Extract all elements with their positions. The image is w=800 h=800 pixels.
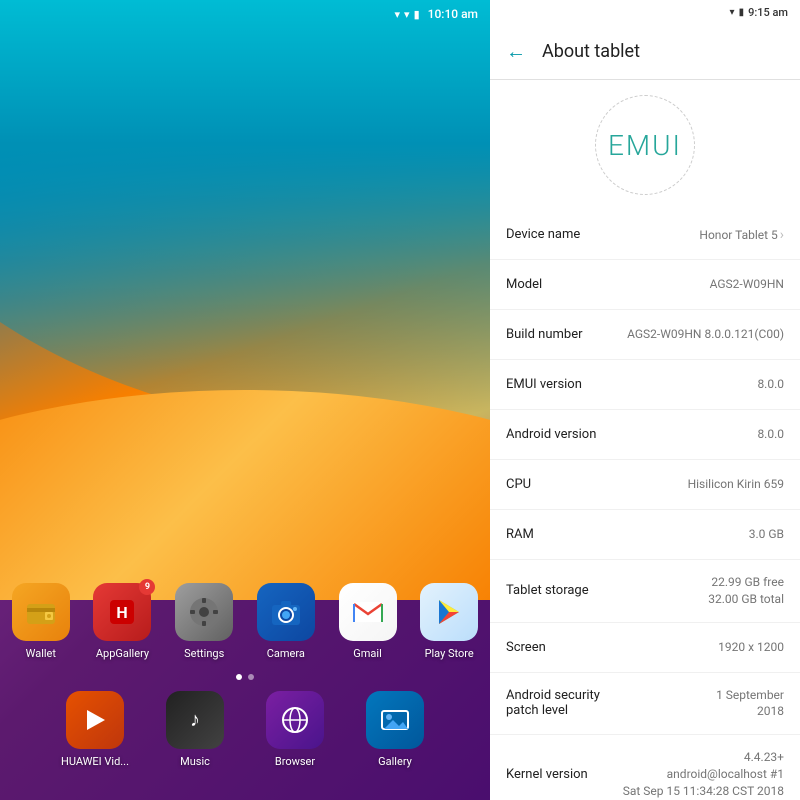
app-icon-gmail [339, 583, 397, 641]
svg-text:H: H [117, 603, 128, 622]
app-wallet[interactable]: Wallet [10, 583, 72, 660]
app-grid: Wallet H 9 AppGallery Settings Camera Gma… [0, 583, 490, 660]
info-row-6: RAM3.0 GB [490, 510, 800, 560]
signal-icon: ▾ [404, 8, 410, 21]
app-label-appgallery: AppGallery [96, 647, 149, 660]
dock-label-gallery: Gallery [378, 755, 412, 768]
info-row-3: EMUI version8.0.0 [490, 360, 800, 410]
info-value-text-0: Honor Tablet 5 [699, 228, 777, 242]
info-value-6: 3.0 GB [534, 526, 784, 543]
info-value-1: AGS2-W09HN [542, 276, 784, 293]
dock-label-music: Music [180, 755, 210, 768]
info-label-2: Build number [506, 327, 583, 342]
info-label-7: Tablet storage [506, 583, 589, 598]
app-gmail[interactable]: Gmail [337, 583, 399, 660]
about-title: About tablet [542, 41, 640, 62]
info-label-5: CPU [506, 477, 531, 492]
info-label-0: Device name [506, 227, 580, 242]
info-row-9: Android security patch level1 September … [490, 673, 800, 736]
app-settings[interactable]: Settings [173, 583, 235, 660]
status-bar-left: ▾ ▾ ▮ 10:10 am [0, 0, 490, 28]
dock-app-music[interactable]: ♪ Music [159, 691, 231, 768]
dock-app-huawei-vid[interactable]: HUAWEI Vid... [59, 691, 131, 768]
emui-logo: EMUI [608, 129, 682, 162]
status-icons: ▾ ▾ ▮ [395, 8, 420, 21]
info-value-3: 8.0.0 [582, 376, 784, 393]
chevron-icon-0: › [780, 227, 784, 243]
app-appgallery[interactable]: H 9 AppGallery [92, 583, 154, 660]
app-label-settings: Settings [184, 647, 224, 660]
dock-icon-gallery [366, 691, 424, 749]
info-value-4: 8.0.0 [596, 426, 784, 443]
status-bar-right: ▾ ▮ 9:15 am [490, 0, 800, 24]
dock-icon-huawei-vid [66, 691, 124, 749]
info-value-8: 1920 x 1200 [546, 639, 784, 656]
info-label-9: Android security patch level [506, 688, 626, 718]
app-playstore[interactable]: Play Store [418, 583, 480, 660]
info-label-6: RAM [506, 527, 534, 542]
battery-icon: ▮ [414, 8, 420, 21]
info-label-4: Android version [506, 427, 596, 442]
info-label-10: Kernel version [506, 767, 588, 782]
svg-text:♪: ♪ [190, 707, 200, 731]
dock-label-browser: Browser [275, 755, 315, 768]
status-time-right: 9:15 am [748, 6, 788, 19]
app-icon-camera [257, 583, 315, 641]
back-button[interactable]: ← [506, 39, 526, 64]
info-row-4: Android version8.0.0 [490, 410, 800, 460]
info-row-0[interactable]: Device nameHonor Tablet 5› [490, 210, 800, 260]
info-row-5: CPUHisilicon Kirin 659 [490, 460, 800, 510]
home-screen: ▾ ▾ ▮ 10:10 am Wallet H 9 AppGallery Sett… [0, 0, 490, 800]
info-row-7: Tablet storage22.99 GB free 32.00 GB tot… [490, 560, 800, 623]
app-label-wallet: Wallet [26, 647, 56, 660]
app-label-gmail: Gmail [353, 647, 381, 660]
info-list: Device nameHonor Tablet 5›ModelAGS2-W09H… [490, 210, 800, 800]
info-row-1: ModelAGS2-W09HN [490, 260, 800, 310]
info-row-8: Screen1920 x 1200 [490, 623, 800, 673]
info-value-10: 4.4.23+ android@localhost #1 Sat Sep 15 … [588, 749, 784, 799]
emui-logo-area: EMUI [490, 80, 800, 210]
info-row-2: Build numberAGS2-W09HN 8.0.0.121(C00) [490, 310, 800, 360]
info-value-5: Hisilicon Kirin 659 [531, 476, 784, 493]
info-value-7: 22.99 GB free 32.00 GB total [589, 574, 784, 608]
app-icon-settings [175, 583, 233, 641]
badge-appgallery: 9 [139, 579, 155, 595]
about-panel: ▾ ▮ 9:15 am ← About tablet EMUI Device n… [490, 0, 800, 800]
dock-icon-music: ♪ [166, 691, 224, 749]
app-dock: HUAWEI Vid... ♪ Music Browser Gallery [0, 679, 490, 780]
app-label-camera: Camera [267, 647, 305, 660]
emui-circle: EMUI [595, 95, 695, 195]
app-camera[interactable]: Camera [255, 583, 317, 660]
info-label-8: Screen [506, 640, 546, 655]
app-icon-wallet [12, 583, 70, 641]
info-value-0: Honor Tablet 5› [580, 227, 784, 243]
app-label-playstore: Play Store [425, 647, 474, 660]
app-icon-playstore [420, 583, 478, 641]
app-icon-appgallery: H 9 [93, 583, 151, 641]
info-label-1: Model [506, 277, 542, 292]
info-row-10: Kernel version4.4.23+ android@localhost … [490, 735, 800, 800]
battery-icon-right: ▮ [739, 7, 745, 18]
dock-label-huawei-vid: HUAWEI Vid... [61, 755, 129, 768]
info-value-9: 1 September 2018 [626, 687, 784, 721]
dock-app-gallery[interactable]: Gallery [359, 691, 431, 768]
dock-app-browser[interactable]: Browser [259, 691, 331, 768]
info-value-2: AGS2-W09HN 8.0.0.121(C00) [583, 326, 785, 343]
info-label-3: EMUI version [506, 377, 582, 392]
wifi-icon-right: ▾ [730, 7, 735, 18]
wifi-icon: ▾ [395, 8, 401, 21]
about-header: ← About tablet [490, 24, 800, 80]
dock-icon-browser [266, 691, 324, 749]
status-time-left: 10:10 am [428, 7, 478, 21]
